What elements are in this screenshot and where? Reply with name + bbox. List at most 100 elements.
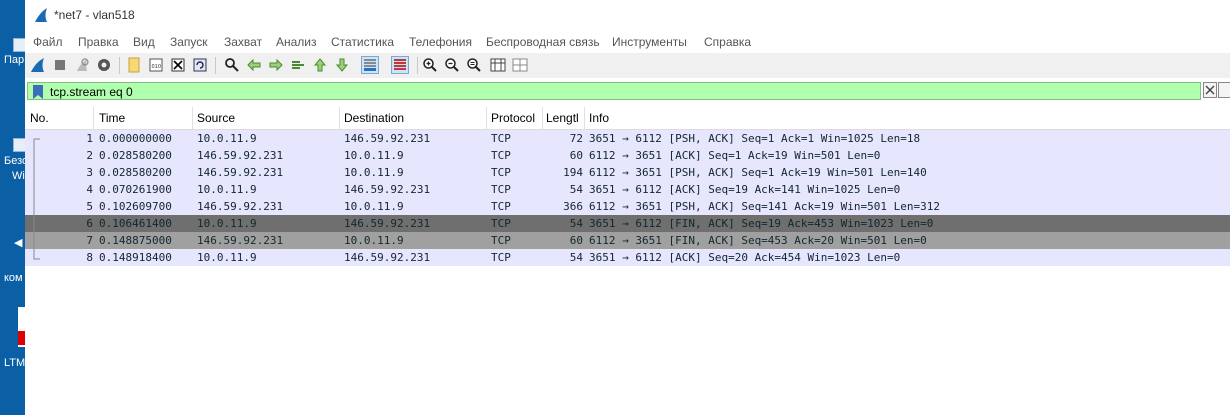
menu-telephony[interactable]: Телефония [409,35,472,49]
save-file-icon[interactable]: 010 [147,56,165,74]
column-protocol[interactable]: Protocol [491,111,535,125]
column-separator[interactable] [486,107,487,129]
packet-source: 146.59.92.231 [197,166,284,179]
start-capture-icon[interactable] [29,56,47,74]
conversation-bracket [33,138,40,260]
desktop-label: Пар [4,54,25,66]
go-last-icon[interactable] [333,56,351,74]
packet-time: 0.000000000 [99,132,172,145]
packet-no: 3 [86,166,93,179]
packet-no: 8 [86,251,93,264]
packet-no: 6 [86,217,93,230]
column-destination[interactable]: Destination [344,111,404,125]
menu-tools[interactable]: Инструменты [612,35,687,49]
packet-info: 3651 → 6112 [FIN, ACK] Seq=19 Ack=453 Wi… [589,217,934,230]
menu-file[interactable]: Файл [33,35,63,49]
packet-info: 3651 → 6112 [PSH, ACK] Seq=1 Ack=1 Win=1… [589,132,921,145]
menu-wireless[interactable]: Беспроводная связь [486,35,600,49]
packet-info: 3651 → 6112 [ACK] Seq=19 Ack=141 Win=102… [589,183,901,196]
desktop-label: LTM [4,357,25,369]
column-separator[interactable] [93,107,94,129]
packet-protocol: TCP [491,132,511,145]
packet-length: 54 [569,217,583,230]
desktop-app-icon[interactable] [18,307,25,347]
packet-protocol: TCP [491,217,511,230]
desktop-label: Безо [4,155,25,167]
packet-time: 0.102609700 [99,200,172,213]
menu-capture[interactable]: Захват [224,35,262,49]
packet-no: 5 [86,200,93,213]
toolbar-separator [215,57,216,74]
zoom-out-icon[interactable] [443,56,461,74]
resize-columns-icon[interactable] [489,56,507,74]
go-first-icon[interactable] [311,56,329,74]
packet-length: 72 [569,132,583,145]
packet-row[interactable]: 1 0.000000000 10.0.11.9 146.59.92.231 TC… [25,130,1230,147]
column-separator[interactable] [192,107,193,129]
packet-row[interactable]: 3 0.028580200 146.59.92.231 10.0.11.9 TC… [25,164,1230,181]
packet-protocol: TCP [491,149,511,162]
clear-filter-icon[interactable] [1203,82,1217,98]
packet-time: 0.106461400 [99,217,172,230]
go-forward-icon[interactable] [267,56,285,74]
packet-source: 146.59.92.231 [197,200,284,213]
desktop-shortcut-icon[interactable] [13,38,25,52]
layout-icon[interactable] [511,56,529,74]
desktop-shortcut-icon[interactable] [13,138,25,152]
go-back-icon[interactable] [245,56,263,74]
packet-destination: 10.0.11.9 [344,149,404,162]
packet-time: 0.148875000 [99,234,172,247]
packet-destination: 10.0.11.9 [344,234,404,247]
menu-edit[interactable]: Правка [78,35,119,49]
go-to-packet-icon[interactable] [289,56,307,74]
column-no[interactable]: No. [30,111,49,125]
column-separator[interactable] [339,107,340,129]
menu-view[interactable]: Вид [133,35,155,49]
packet-row[interactable]: 2 0.028580200 146.59.92.231 10.0.11.9 TC… [25,147,1230,164]
packet-info: 6112 → 3651 [PSH, ACK] Seq=1 Ack=19 Win=… [589,166,927,179]
open-file-icon[interactable] [125,56,143,74]
column-separator[interactable] [584,107,585,129]
svg-text:010: 010 [152,64,162,70]
packet-source: 146.59.92.231 [197,149,284,162]
auto-scroll-icon[interactable] [361,56,379,74]
menu-analyze[interactable]: Анализ [276,35,317,49]
packet-row[interactable]: 6 0.106461400 10.0.11.9 146.59.92.231 TC… [25,215,1230,232]
capture-options-icon[interactable] [95,56,113,74]
column-separator[interactable] [542,107,543,129]
colorize-icon[interactable] [391,56,409,74]
find-packet-icon[interactable] [223,56,241,74]
column-length[interactable]: Lengtl [546,111,579,125]
packet-length: 60 [569,234,583,247]
menu-statistics[interactable]: Статистика [331,35,394,49]
packet-row[interactable]: 8 0.148918400 10.0.11.9 146.59.92.231 TC… [25,249,1230,266]
column-time[interactable]: Time [99,111,125,125]
normal-size-icon[interactable] [465,56,483,74]
stop-capture-icon[interactable] [51,56,69,74]
packet-row[interactable]: 5 0.102609700 146.59.92.231 10.0.11.9 TC… [25,198,1230,215]
close-file-icon[interactable] [169,56,187,74]
bookmark-icon[interactable] [32,85,44,99]
display-filter-input[interactable]: tcp.stream eq 0 [27,82,1201,100]
restart-capture-icon[interactable] [73,56,91,74]
apply-filter-icon[interactable] [1218,82,1230,98]
window-title: *net7 - vlan518 [54,8,135,22]
packet-info: 6112 → 3651 [FIN, ACK] Seq=453 Ack=20 Wi… [589,234,927,247]
menu-go[interactable]: Запуск [170,35,208,49]
wireshark-fin-icon [35,8,47,22]
packet-source: 10.0.11.9 [197,217,257,230]
packet-destination: 146.59.92.231 [344,251,431,264]
packet-row[interactable]: 4 0.070261900 10.0.11.9 146.59.92.231 TC… [25,181,1230,198]
packet-destination: 146.59.92.231 [344,217,431,230]
menu-help[interactable]: Справка [704,35,751,49]
packet-list: No. Time Source Destination Protocol Len… [25,107,1230,415]
column-info[interactable]: Info [589,111,609,125]
reload-icon[interactable] [191,56,209,74]
packet-row[interactable]: 7 0.148875000 146.59.92.231 10.0.11.9 TC… [25,232,1230,249]
packet-info: 3651 → 6112 [ACK] Seq=20 Ack=454 Win=102… [589,251,901,264]
menu-bar: Файл Правка Вид Запуск Захват Анализ Ста… [25,32,1230,52]
zoom-in-icon[interactable] [421,56,439,74]
packet-time: 0.028580200 [99,166,172,179]
column-source[interactable]: Source [197,111,235,125]
packet-destination: 10.0.11.9 [344,200,404,213]
